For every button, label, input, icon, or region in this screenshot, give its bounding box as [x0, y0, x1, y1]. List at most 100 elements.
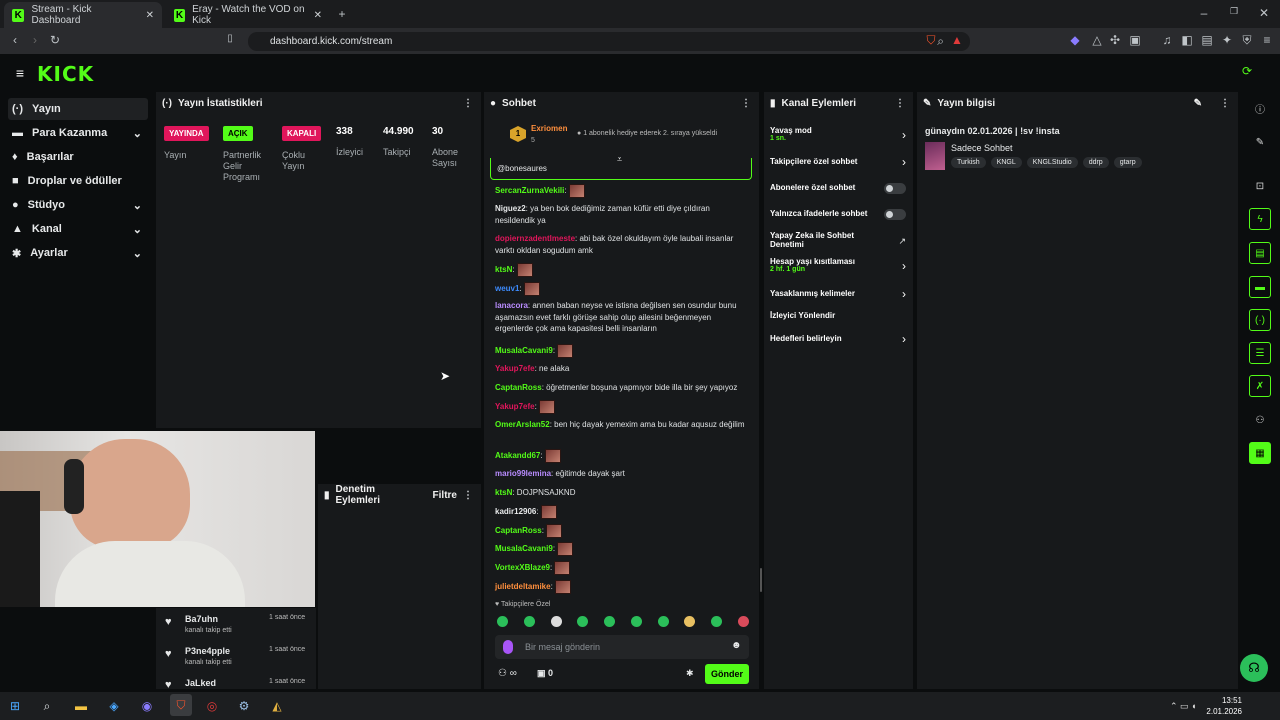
sidebar-item-ayarlar[interactable]: ✱ Ayarlar ⌄ [8, 242, 148, 264]
filter-button[interactable]: Filtre [433, 490, 457, 501]
menu-icon[interactable]: ≡ [1260, 33, 1274, 47]
chat-username[interactable]: Atakandd67 [495, 451, 540, 460]
chat-username[interactable]: CaptanRoss [495, 526, 542, 535]
broadcast-icon[interactable]: (·) [1249, 309, 1271, 331]
restore-icon[interactable]: ❐ [1226, 6, 1242, 17]
capture-icon[interactable]: ⊡ [1249, 175, 1271, 197]
chat-scrollbar[interactable] [760, 568, 762, 592]
microphone-icon[interactable] [503, 640, 513, 654]
edit-icon[interactable]: ✎ [1249, 131, 1271, 153]
action-emotes-only[interactable]: Yalnızca ifadelerle sohbet [770, 209, 908, 223]
emote-icon[interactable] [604, 616, 616, 627]
stream-category[interactable]: Sadece Sohbet [951, 143, 1013, 153]
emote-icon[interactable] [550, 616, 562, 627]
emote-icon[interactable] [516, 263, 533, 277]
rewards-icon[interactable]: ▲ [950, 33, 964, 47]
reload-icon[interactable]: ↻ [48, 33, 62, 47]
forward-icon[interactable]: › [28, 33, 42, 47]
emote-icon[interactable] [568, 184, 585, 198]
kick-logo[interactable]: KICK [37, 62, 94, 86]
toggle-switch[interactable] [884, 209, 906, 220]
chat-username[interactable]: mario99lemina [495, 469, 551, 478]
emote-icon[interactable] [557, 344, 574, 358]
emote-icon[interactable] [711, 616, 723, 627]
search-icon[interactable]: ⌕ [38, 697, 56, 715]
emote-icon[interactable] [737, 616, 749, 627]
sidebar-item-kanal[interactable]: ▲ Kanal ⌄ [8, 218, 148, 240]
action-banned-words[interactable]: Yasaklanmış kelimeler › [770, 287, 908, 303]
back-icon[interactable]: ‹ [8, 33, 22, 47]
more-options-icon[interactable]: ⋮ [463, 490, 473, 501]
bookmark-icon[interactable]: ▯ [224, 33, 236, 44]
close-tab-icon[interactable]: ✕ [314, 10, 322, 21]
more-options-icon[interactable]: ⋮ [895, 98, 905, 109]
brave-shield-icon[interactable]: ⛉ [924, 33, 938, 48]
chat-username[interactable]: lanacora [495, 301, 528, 310]
flash-icon[interactable]: ϟ [1249, 208, 1271, 230]
emoji-icon[interactable]: ☻ [731, 640, 742, 651]
action-subscribers-only[interactable]: Abonelere özel sohbet [770, 183, 908, 197]
emote-icon[interactable] [577, 616, 589, 627]
tag[interactable]: ddrp [1082, 157, 1109, 168]
tag[interactable]: gtarp [1113, 157, 1142, 168]
tag[interactable]: KNGLStudio [1026, 157, 1078, 168]
sidebar-toggle-icon[interactable]: ◧ [1180, 33, 1194, 47]
action-raid[interactable]: İzleyici Yönlendir [770, 311, 908, 325]
app-icon[interactable]: ◎ [203, 697, 221, 715]
vpn-icon[interactable]: ⛨ [1240, 33, 1254, 48]
clock[interactable]: 13:51 2.01.2026 [1206, 695, 1242, 717]
hamburger-menu-icon[interactable]: ≡ [12, 65, 28, 81]
notes-icon[interactable]: ▤ [1249, 242, 1271, 264]
emote-icon[interactable] [557, 542, 574, 556]
chat-username[interactable]: SercanZurnaVekili [495, 186, 564, 195]
sidebar-item-droplar[interactable]: ■ Droplar ve ödüller [8, 170, 148, 192]
emote-icon[interactable] [555, 580, 572, 594]
chat-username[interactable]: Yakup7efe [495, 402, 535, 411]
sidebar-item-para-kazanma[interactable]: ▬ Para Kazanma ⌄ [8, 122, 148, 144]
extension-icon[interactable]: ▣ [1128, 33, 1142, 47]
more-options-icon[interactable]: ⋮ [463, 98, 473, 109]
minimize-icon[interactable]: – [1196, 6, 1212, 20]
extension-icon[interactable]: △ [1090, 33, 1104, 47]
chat-icon[interactable]: ▬ [1249, 276, 1271, 298]
stream-manager-icon[interactable]: ⟳ [1238, 64, 1256, 78]
emote-icon[interactable] [540, 505, 557, 519]
support-icon[interactable]: ☊ [1240, 654, 1268, 682]
chat-username[interactable]: dopiernzadentlmeste [495, 234, 575, 243]
sidebar-item-yayin[interactable]: (·) Yayın [8, 98, 148, 120]
puzzle-icon[interactable]: ✣ [1108, 33, 1122, 47]
tag[interactable]: KNGL [990, 157, 1022, 168]
chat-username[interactable]: Niguez2 [495, 204, 526, 213]
chat-username[interactable]: MusalaCavani9 [495, 346, 553, 355]
chat-username[interactable]: MusalaCavani9 [495, 544, 553, 553]
chat-username[interactable]: CaptanRoss [495, 383, 542, 392]
emote-icon[interactable] [539, 400, 556, 414]
emote-icon[interactable] [497, 616, 508, 627]
wallet-icon[interactable]: ▤ [1200, 33, 1214, 47]
leo-ai-icon[interactable]: ✦ [1220, 33, 1234, 47]
scene-icon[interactable]: ▦ [1249, 442, 1271, 464]
collapse-icon[interactable]: ⩡ [617, 154, 622, 165]
chat-username[interactable]: julietdeltamike [495, 582, 551, 591]
emote-icon[interactable] [554, 561, 571, 575]
emote-icon[interactable] [523, 282, 540, 296]
chat-username[interactable]: OmerArslan52 [495, 420, 550, 429]
chat-username[interactable]: VortexXBlaze9 [495, 563, 550, 572]
tray-icons[interactable]: ⌃ ▭ ◖ [1170, 701, 1196, 712]
send-button[interactable]: Gönder [705, 664, 749, 684]
chat-username[interactable]: weuv1 [495, 284, 519, 293]
app-icon[interactable]: ◭ [268, 697, 286, 715]
app-icon[interactable]: ◈ [105, 697, 123, 715]
emote-icon[interactable] [544, 449, 561, 463]
tag[interactable]: Turkish [951, 157, 986, 168]
chat-username[interactable]: ktsN [495, 488, 512, 497]
pinned-user[interactable]: Exriomen [531, 124, 567, 133]
action-goals[interactable]: Hedefleri belirleyin › [770, 332, 908, 348]
action-ai-moderation[interactable]: Yapay Zeka ile Sohbet Denetimi ↗ [770, 231, 908, 253]
chat-username[interactable]: kadir12906 [495, 507, 536, 516]
close-window-icon[interactable]: ✕ [1256, 6, 1272, 20]
music-icon[interactable]: ♫ [1160, 33, 1174, 47]
file-explorer-icon[interactable]: ▬ [72, 697, 90, 715]
app-icon[interactable]: ◉ [138, 697, 156, 715]
wrench-icon[interactable]: ✗ [1249, 375, 1271, 397]
